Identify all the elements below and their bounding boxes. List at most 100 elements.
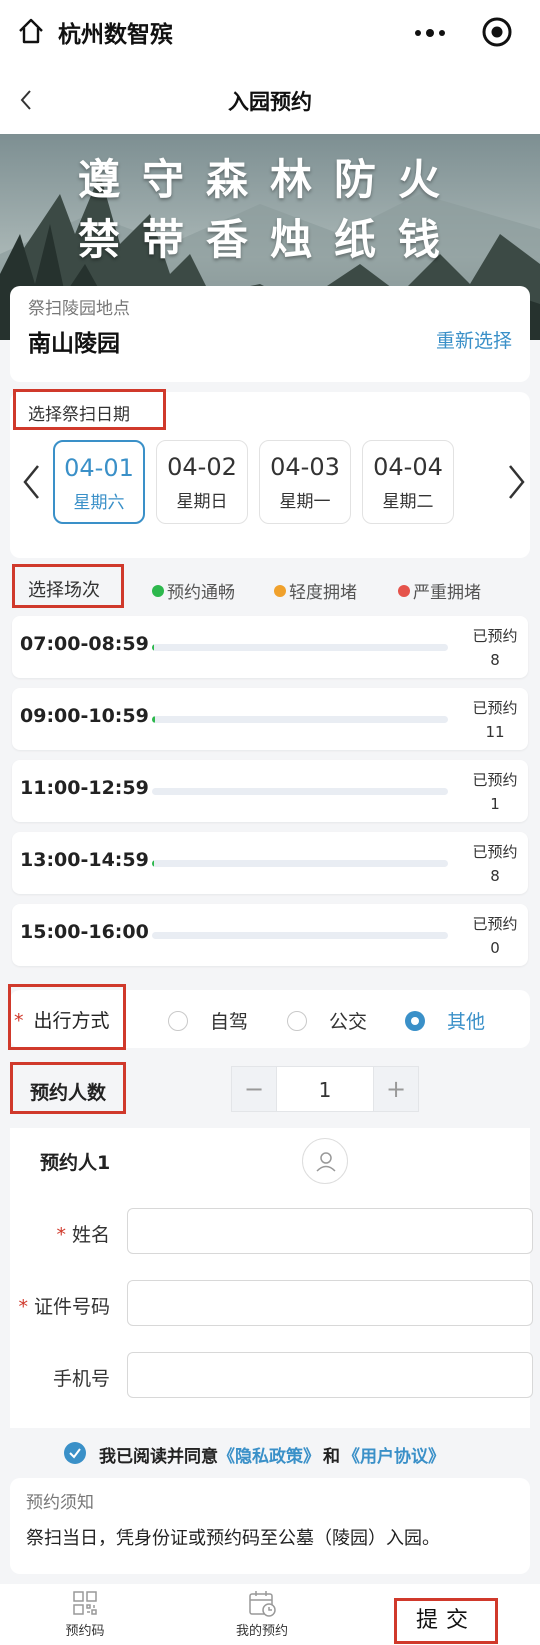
slot-time: 13:00-14:59: [20, 849, 149, 871]
banner-line-1: 遵守森林防火: [77, 155, 462, 204]
agree-checkbox[interactable]: [64, 1442, 86, 1464]
location-card: 祭扫陵园地点 南山陵园 重新选择: [10, 286, 530, 382]
date-text: 04-01: [64, 454, 134, 482]
quantity-stepper: − 1 +: [231, 1066, 419, 1112]
legend-item-light: 轻度拥堵: [274, 578, 357, 603]
time-slot[interactable]: 07:00-08:59 已预约 8: [12, 616, 528, 678]
name-input[interactable]: [127, 1208, 533, 1254]
capacity-bar: [152, 644, 448, 651]
agreement-text: 我已阅读并同意《隐私政策》和《用户协议》: [99, 1442, 445, 1467]
visitor-form-card: 预约人1 * 姓名 * 证件号码 手机号: [10, 1128, 533, 1428]
date-option-0402[interactable]: 04-02 星期日: [156, 440, 248, 524]
notice-title: 预约须知: [26, 1493, 94, 1513]
reselect-link[interactable]: 重新选择: [436, 326, 512, 353]
option-label: 其他: [447, 1011, 486, 1033]
banner-line-2: 禁带香烛纸钱: [77, 215, 462, 264]
id-number-label: * 证件号码: [18, 1296, 110, 1318]
calendar-clock-icon: [249, 1591, 276, 1617]
date-option-0404[interactable]: 04-04 星期二: [362, 440, 454, 524]
select-contact-button[interactable]: [302, 1138, 348, 1184]
tab-my-bookings[interactable]: 我的预约: [202, 1584, 322, 1639]
date-text: 04-03: [270, 453, 340, 481]
navigation-bar: 入园预约: [0, 64, 540, 134]
app-name: 杭州数智殡: [58, 22, 173, 48]
tab-label: 预约码: [65, 1624, 105, 1639]
date-option-0401[interactable]: 04-01 星期六: [53, 440, 145, 524]
green-dot-icon: [152, 585, 164, 597]
phone-label: 手机号: [52, 1368, 110, 1390]
radio-circle-icon: [287, 1011, 307, 1031]
date-selection-card: 选择祭扫日期 04-01 星期六 04-02 星期日 04-03 星期一 04-…: [10, 389, 530, 558]
decrement-button[interactable]: −: [231, 1066, 277, 1112]
radio-circle-icon: [168, 1011, 188, 1031]
more-options-icon[interactable]: [410, 18, 450, 48]
option-label: 公交: [329, 1011, 368, 1033]
phone-input[interactable]: [127, 1352, 533, 1398]
travel-option-bus[interactable]: 公交: [287, 1007, 367, 1034]
booked-count: 已预约 11: [472, 696, 518, 744]
id-number-input[interactable]: [127, 1280, 533, 1326]
home-icon[interactable]: [16, 16, 46, 46]
mini-program-top-bar: 杭州数智殡: [0, 0, 540, 64]
notice-body: 祭扫当日，凭身份证或预约码至公墓（陵园）入园。: [26, 1528, 440, 1549]
slot-time: 09:00-10:59: [20, 705, 149, 727]
submit-button[interactable]: 提交: [394, 1598, 498, 1644]
visitor-title: 预约人1: [40, 1152, 111, 1174]
name-label: * 姓名: [56, 1224, 110, 1246]
user-agreement-link[interactable]: 《用户协议》: [343, 1447, 445, 1467]
highlight-box: [13, 389, 166, 430]
booked-label: 已预约: [472, 771, 518, 789]
chevron-left-icon[interactable]: [20, 462, 42, 502]
red-dot-icon: [398, 585, 410, 597]
highlight-box: [10, 1062, 126, 1114]
weekday-text: 星期一: [279, 492, 331, 512]
close-mini-program-icon[interactable]: [480, 15, 514, 49]
booked-value: 8: [490, 867, 500, 885]
booked-value: 0: [490, 939, 500, 957]
capacity-fill: [152, 860, 155, 867]
user-icon: [316, 1152, 336, 1172]
chevron-right-icon[interactable]: [506, 462, 528, 502]
time-slot[interactable]: 13:00-14:59 已预约 8: [12, 832, 528, 894]
booked-label: 已预约: [472, 627, 518, 645]
legend-label: 预约通畅: [167, 583, 235, 603]
weekday-text: 星期六: [73, 493, 125, 513]
time-slot[interactable]: 15:00-16:00 已预约 0: [12, 904, 528, 966]
qr-code-icon: [73, 1591, 97, 1615]
date-option-0403[interactable]: 04-03 星期一: [259, 440, 351, 524]
booked-count: 已预约 1: [472, 768, 518, 816]
time-slot[interactable]: 09:00-10:59 已预约 11: [12, 688, 528, 750]
booked-label: 已预约: [472, 843, 518, 861]
tab-booking-code[interactable]: 预约码: [25, 1584, 145, 1639]
travel-option-other[interactable]: 其他: [405, 1007, 485, 1034]
orange-dot-icon: [274, 585, 286, 597]
legend-item-smooth: 预约通畅: [152, 578, 235, 603]
highlight-box: [8, 984, 126, 1050]
agreement-prefix: 我已阅读并同意: [99, 1447, 218, 1467]
radio-checked-icon: [405, 1011, 425, 1031]
slot-time: 11:00-12:59: [20, 777, 149, 799]
capacity-bar: [152, 716, 448, 723]
date-text: 04-04: [373, 453, 443, 481]
booked-count: 已预约 0: [472, 912, 518, 960]
date-text: 04-02: [167, 453, 237, 481]
capacity-bar: [152, 932, 448, 939]
cemetery-name: 南山陵园: [28, 331, 120, 357]
quantity-value[interactable]: 1: [277, 1066, 373, 1112]
notice-card: 预约须知 祭扫当日，凭身份证或预约码至公墓（陵园）入园。: [10, 1478, 530, 1574]
tab-label: 我的预约: [235, 1624, 288, 1639]
slot-time: 15:00-16:00: [20, 921, 149, 943]
privacy-policy-link[interactable]: 《隐私政策》: [218, 1447, 320, 1467]
page-title: 入园预约: [228, 90, 312, 114]
agreement-and: 和: [323, 1447, 340, 1467]
booked-count: 已预约 8: [472, 840, 518, 888]
legend-label: 严重拥堵: [413, 583, 481, 603]
time-slot[interactable]: 11:00-12:59 已预约 1: [12, 760, 528, 822]
capacity-fill: [152, 716, 155, 723]
increment-button[interactable]: +: [373, 1066, 419, 1112]
id-label-text: 证件号码: [33, 1296, 110, 1318]
name-label-text: 姓名: [71, 1224, 110, 1246]
travel-option-self-drive[interactable]: 自驾: [168, 1007, 248, 1034]
capacity-bar: [152, 788, 448, 795]
capacity-bar: [152, 860, 448, 867]
